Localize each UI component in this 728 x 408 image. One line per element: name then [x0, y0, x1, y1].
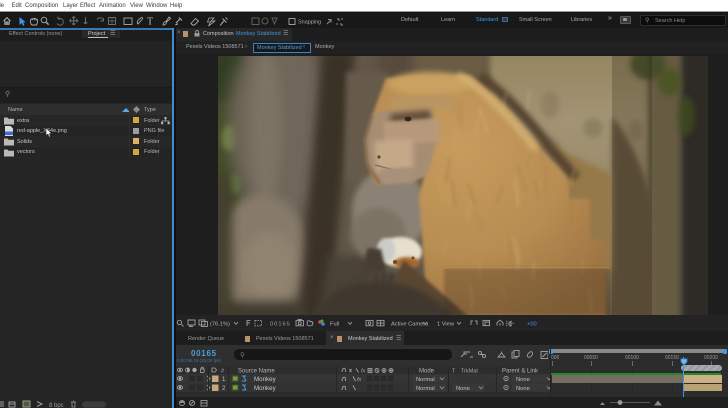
- svg-text:(76.1%): (76.1%): [210, 321, 230, 327]
- svg-text:2: 2: [222, 386, 226, 392]
- svg-text:None: None: [516, 386, 530, 392]
- svg-text:T: T: [147, 17, 153, 28]
- svg-text:Full: Full: [330, 321, 339, 327]
- svg-text:None: None: [516, 377, 530, 383]
- svg-text:Monkey: Monkey: [254, 376, 277, 383]
- svg-text:None: None: [456, 386, 470, 392]
- svg-text:00165: 00165: [270, 321, 291, 327]
- svg-text:Monkey: Monkey: [254, 385, 277, 392]
- svg-text:8 bpc: 8 bpc: [49, 403, 64, 408]
- svg-text:1 View: 1 View: [437, 321, 455, 327]
- svg-text:Normal: Normal: [416, 377, 435, 383]
- svg-text:Snapping: Snapping: [298, 20, 321, 26]
- svg-text:+00: +00: [527, 321, 537, 327]
- svg-text:Normal: Normal: [416, 386, 435, 392]
